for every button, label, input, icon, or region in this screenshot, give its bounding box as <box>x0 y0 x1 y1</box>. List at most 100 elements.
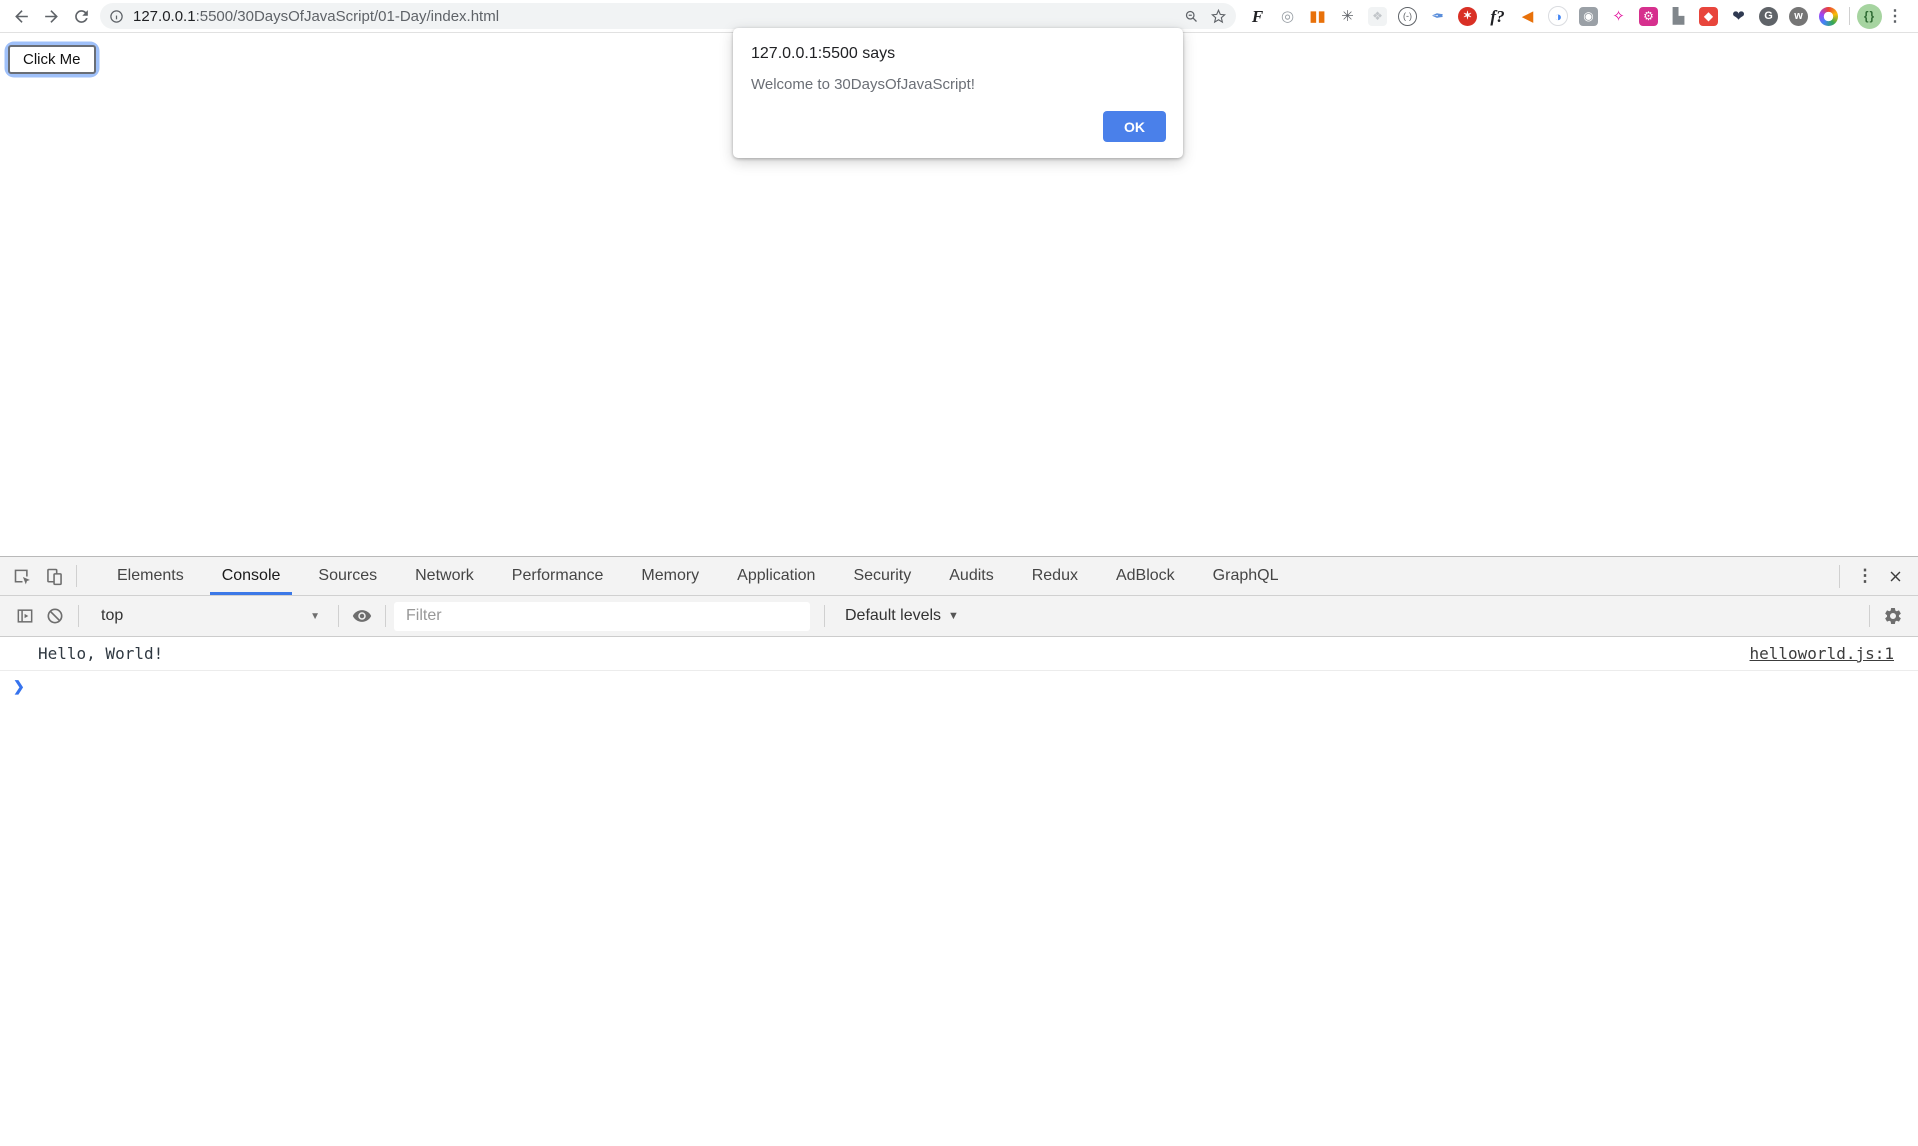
heart-search-icon[interactable]: ❤ <box>1725 4 1752 28</box>
clear-icon <box>45 606 65 626</box>
console-log-row: Hello, World! helloworld.js:1 <box>0 637 1918 671</box>
tab-label: Application <box>737 567 815 585</box>
console-source-link[interactable]: helloworld.js:1 <box>1750 644 1895 663</box>
devtools-panel: Elements Console Sources Network Perform… <box>0 556 1918 1146</box>
click-me-focus-ring: Click Me <box>8 45 96 74</box>
close-icon <box>1887 568 1904 585</box>
clear-console-button[interactable] <box>40 601 70 631</box>
alert-dialog: 127.0.0.1:5500 says Welcome to 30DaysOfJ… <box>733 28 1183 158</box>
alert-actions: OK <box>1103 111 1166 142</box>
default-levels-dropdown[interactable]: Default levels ▼ <box>845 607 959 625</box>
tabbar-right-separator <box>1839 565 1840 588</box>
orbit-icon[interactable]: ◎ <box>1274 4 1301 28</box>
browser-menu-icon[interactable]: ⋮ <box>1882 3 1908 29</box>
device-toolbar-button[interactable] <box>38 561 70 591</box>
url-path: :5500/30DaysOfJavaScript/01-Day/index.ht… <box>196 8 499 25</box>
f-question-icon[interactable]: f? <box>1484 4 1511 28</box>
camera-icon[interactable]: ◉ <box>1579 7 1598 26</box>
extensions-row: F ◎ ▮▮ ✳ ❖ (-) ✒ ✶ f? ◀ ◑ ◉ ✧ ⚙ ▙ ◆ <box>1244 4 1842 28</box>
gear-extension-icon[interactable]: ⚙ <box>1639 7 1658 26</box>
tab-label: Performance <box>512 567 604 585</box>
chevron-down-icon: ▼ <box>948 610 959 622</box>
console-prompt[interactable]: ❯ <box>0 671 1918 702</box>
live-expression-button[interactable] <box>347 601 377 631</box>
click-me-button[interactable]: Click Me <box>8 45 96 74</box>
devtools-menu-icon[interactable]: ⋮ <box>1850 561 1880 591</box>
tab-sources[interactable]: Sources <box>302 557 393 595</box>
console-toolbar-separator <box>1869 605 1870 627</box>
url-bar[interactable]: 127.0.0.1:5500/30DaysOfJavaScript/01-Day… <box>100 3 1236 29</box>
console-toolbar-separator <box>385 605 386 627</box>
bookmark-extension-icon[interactable]: ◆ <box>1699 7 1718 26</box>
url-text: 127.0.0.1:5500/30DaysOfJavaScript/01-Day… <box>133 8 499 25</box>
inspect-element-button[interactable] <box>6 561 38 591</box>
devtools-tabbar: Elements Console Sources Network Perform… <box>0 557 1918 596</box>
tabbar-separator <box>76 565 77 587</box>
tab-label: Network <box>415 567 474 585</box>
hand-blocker-icon[interactable]: ✶ <box>1458 7 1477 26</box>
wave-icon[interactable]: w <box>1789 7 1808 26</box>
tab-label: Security <box>853 567 911 585</box>
alert-message: Welcome to 30DaysOfJavaScript! <box>751 76 1166 93</box>
blocks-icon[interactable]: ▙ <box>1665 4 1692 28</box>
colorful-ring-icon[interactable] <box>1819 7 1838 26</box>
graphql-atom-icon[interactable]: ✧ <box>1605 4 1632 28</box>
megaphone-icon[interactable]: ◀ <box>1514 4 1541 28</box>
tab-application[interactable]: Application <box>721 557 831 595</box>
context-selector-value: top <box>101 607 123 625</box>
toolbar-separator <box>1849 7 1850 25</box>
tab-graphql[interactable]: GraphQL <box>1197 557 1295 595</box>
settings-button[interactable] <box>1878 601 1908 631</box>
show-sidebar-button[interactable] <box>10 601 40 631</box>
tab-memory[interactable]: Memory <box>625 557 715 595</box>
console-log-text: Hello, World! <box>38 644 163 663</box>
tab-network[interactable]: Network <box>399 557 490 595</box>
code-wrap-icon[interactable]: (-) <box>1398 7 1417 26</box>
devtools-close-button[interactable] <box>1880 561 1910 591</box>
filter-input[interactable] <box>394 602 810 631</box>
bug-icon[interactable]: ✳ <box>1334 4 1361 28</box>
tab-redux[interactable]: Redux <box>1016 557 1094 595</box>
reload-icon <box>72 7 91 26</box>
columns-icon[interactable]: ▮▮ <box>1304 4 1331 28</box>
swirl-icon[interactable]: ◑ <box>1548 6 1568 26</box>
tab-console[interactable]: Console <box>206 557 297 595</box>
url-host: 127.0.0.1 <box>133 8 196 25</box>
tab-label: Audits <box>949 567 993 585</box>
info-icon <box>109 9 124 24</box>
tab-label: Redux <box>1032 567 1078 585</box>
g-circle-icon[interactable]: G <box>1759 7 1778 26</box>
inspect-cursor-icon <box>12 566 33 587</box>
font-swap-icon[interactable]: F <box>1244 4 1271 28</box>
forward-button[interactable] <box>36 2 66 30</box>
tab-performance[interactable]: Performance <box>496 557 620 595</box>
bookmark-star-icon[interactable] <box>1211 9 1226 24</box>
prompt-chevron-icon: ❯ <box>13 678 25 695</box>
alert-title: 127.0.0.1:5500 says <box>751 45 1166 63</box>
tab-label: Console <box>222 567 281 585</box>
tab-elements[interactable]: Elements <box>101 557 200 595</box>
disabled-extension-icon[interactable]: ❖ <box>1368 7 1387 26</box>
page-info-button[interactable] <box>109 9 124 24</box>
tab-adblock[interactable]: AdBlock <box>1100 557 1191 595</box>
tab-security[interactable]: Security <box>837 557 927 595</box>
ok-button[interactable]: OK <box>1103 111 1166 142</box>
devtools-tabs: Elements Console Sources Network Perform… <box>101 557 1300 595</box>
tab-label: Memory <box>641 567 699 585</box>
console-toolbar-right <box>1861 601 1908 631</box>
tab-label: GraphQL <box>1213 567 1279 585</box>
context-selector[interactable]: top ▼ <box>87 607 330 625</box>
back-button[interactable] <box>6 2 36 30</box>
console-toolbar-separator <box>78 605 79 627</box>
tab-audits[interactable]: Audits <box>933 557 1009 595</box>
reload-button[interactable] <box>66 2 96 30</box>
eye-icon <box>352 606 372 626</box>
eyedropper-icon[interactable]: ✒ <box>1424 4 1451 28</box>
zoom-icon[interactable] <box>1184 9 1199 24</box>
tab-label: Elements <box>117 567 184 585</box>
console-messages: Hello, World! helloworld.js:1 <box>0 637 1918 671</box>
profile-avatar[interactable]: {} <box>1857 4 1882 29</box>
console-toolbar-separator <box>338 605 339 627</box>
forward-icon <box>42 7 61 26</box>
back-icon <box>12 7 31 26</box>
